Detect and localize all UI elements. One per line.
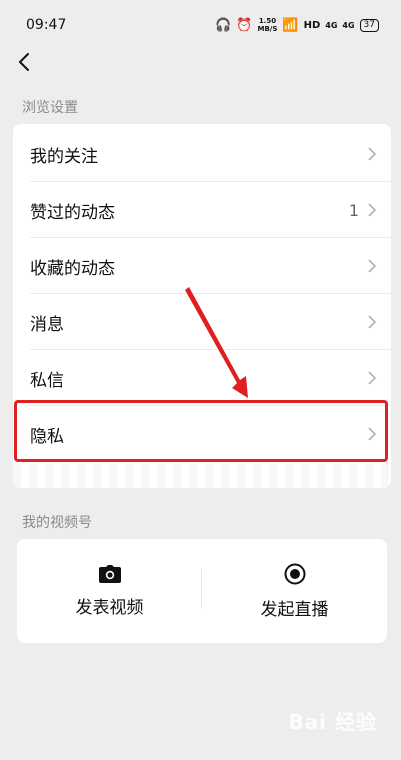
annotation-arrow-icon xyxy=(185,287,248,398)
camera-icon xyxy=(98,564,121,583)
post-video-button[interactable]: 发表视频 xyxy=(17,539,202,643)
go-live-label: 发起直播 xyxy=(260,599,329,620)
go-live-button[interactable]: 发起直播 xyxy=(202,539,387,643)
channels-title: 我的视频号 xyxy=(22,515,92,531)
live-record-icon xyxy=(284,563,305,584)
post-video-label: 发表视频 xyxy=(75,597,144,618)
channels-card: 发表视频 发起直播 xyxy=(17,539,387,643)
baidu-jingyan-watermark: Bai 经验 xyxy=(288,710,377,734)
